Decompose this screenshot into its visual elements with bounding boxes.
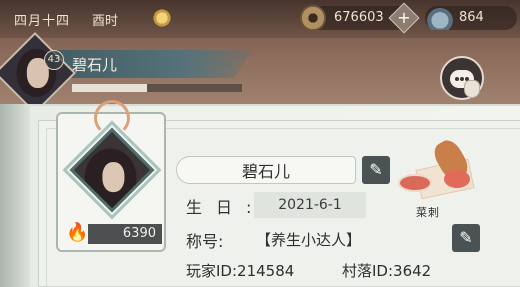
- player-avatar[interactable]: [0, 31, 77, 115]
- player-level-badge: 43: [44, 50, 64, 70]
- profile-name: 碧石儿: [241, 162, 290, 181]
- silver-ingot-counter[interactable]: 864: [425, 6, 517, 30]
- birthday-value: 2021-6-1: [254, 192, 366, 218]
- power-value: 6390: [88, 224, 162, 244]
- plate-icon: [398, 174, 432, 192]
- player-name: 碧石儿: [72, 56, 118, 74]
- fruit-icon: [444, 170, 470, 188]
- book-spine: [0, 104, 30, 287]
- flame-icon: 🔥: [66, 222, 89, 243]
- edit-title-button[interactable]: ✎: [452, 224, 480, 252]
- bottle-icon: [464, 80, 480, 98]
- experience-bar: [72, 84, 242, 92]
- sun-icon: [152, 8, 172, 28]
- village-id: 村落ID:3642: [342, 262, 432, 280]
- copper-coin-icon: [300, 5, 326, 31]
- game-time: 酉时: [92, 14, 119, 29]
- title-value: 【养生小达人】: [256, 231, 362, 249]
- food-decoration[interactable]: [398, 136, 494, 202]
- copper-coin-amount: 676603: [334, 10, 384, 25]
- pencil-icon: ✎: [459, 228, 473, 247]
- plus-icon: +: [397, 8, 411, 27]
- game-date: 四月十四: [14, 14, 71, 29]
- portrait-face: [102, 162, 125, 193]
- title-label: 称号:: [186, 232, 224, 251]
- food-label: 菜刺: [416, 206, 440, 219]
- silver-ingot-amount: 864: [459, 10, 484, 25]
- player-id: 玩家ID:214584: [186, 262, 295, 280]
- edit-name-button[interactable]: ✎: [362, 156, 390, 184]
- experience-fill: [72, 84, 147, 92]
- silver-ingot-icon: [425, 6, 455, 30]
- pencil-icon: ✎: [369, 160, 383, 179]
